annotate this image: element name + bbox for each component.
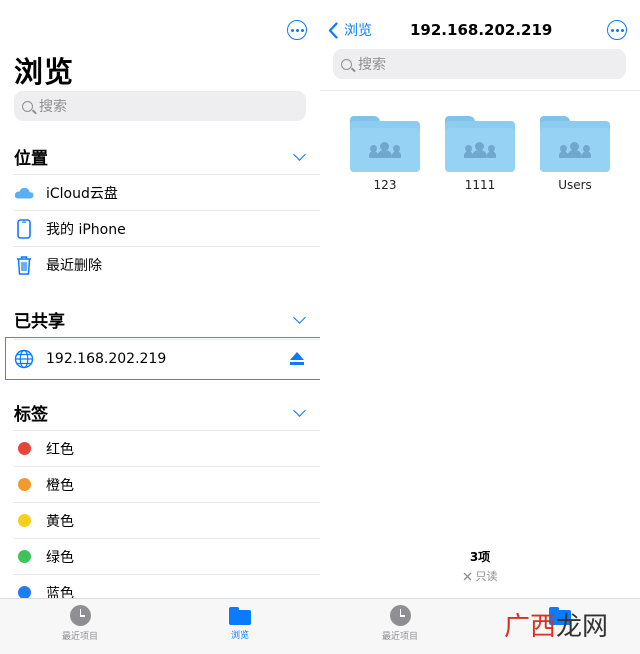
sidebar-item-label: 绿色 xyxy=(46,549,74,566)
watermark: 广西龙网 xyxy=(504,606,608,643)
section-label-tags: 标签 xyxy=(14,405,48,425)
section-header-shared[interactable]: 已共享 xyxy=(14,307,310,332)
item-count: 3项 xyxy=(469,550,491,564)
section-label-shared: 已共享 xyxy=(14,312,65,332)
tag-color-dot-icon xyxy=(17,514,31,527)
shared-folder-icon xyxy=(540,116,610,172)
watermark-char: 龙网 xyxy=(555,612,608,642)
no-write-icon xyxy=(463,572,471,580)
folder-name: Users xyxy=(558,178,592,192)
sidebar-item-label: 我的 iPhone xyxy=(46,221,126,238)
folder-icon xyxy=(229,607,251,625)
folder-item[interactable]: Users xyxy=(539,116,611,192)
more-dot-icon xyxy=(300,28,304,32)
sidebar-item-label: 最近删除 xyxy=(46,257,102,274)
more-options-button[interactable] xyxy=(287,20,307,40)
selection-highlight xyxy=(5,337,320,380)
section-label-locations: 位置 xyxy=(14,149,48,169)
folder-name: 1111 xyxy=(464,178,496,192)
tab-label: 最近项目 xyxy=(61,632,98,642)
read-only-label: 只读 xyxy=(475,570,498,583)
sidebar-item-tag-green[interactable]: 绿色 xyxy=(14,538,320,574)
trash-icon xyxy=(14,255,34,275)
folder-title: 192.168.202.219 xyxy=(410,21,553,39)
sidebar-item-label: 黄色 xyxy=(46,513,74,530)
tag-color-dot-icon xyxy=(17,550,31,563)
more-dot-icon xyxy=(610,28,614,32)
sidebar-item-tag-orange[interactable]: 橙色 xyxy=(14,466,320,502)
search-placeholder: 搜索 xyxy=(39,99,67,115)
folder-item[interactable]: 123 xyxy=(349,116,421,192)
sidebar-item-label: 橙色 xyxy=(46,477,74,494)
more-dot-icon xyxy=(620,28,624,32)
header-separator xyxy=(320,90,640,91)
read-only-status: 只读 xyxy=(320,568,640,584)
left-browse-pane: 浏览 搜索 位置 iCloud云盘 我的 iPhone 最近删除 已共享 192 xyxy=(0,0,320,654)
back-button-label: 浏览 xyxy=(344,23,372,39)
chevron-down-icon[interactable] xyxy=(293,310,306,324)
tab-browse[interactable]: 浏览 xyxy=(210,605,270,641)
folder-item[interactable]: 1111 xyxy=(444,116,516,192)
clock-icon xyxy=(69,605,91,626)
sidebar-item-tag-yellow[interactable]: 黄色 xyxy=(14,502,320,538)
section-header-locations[interactable]: 位置 xyxy=(14,144,310,169)
tag-color-dot-icon xyxy=(17,478,31,491)
iphone-icon xyxy=(14,218,34,239)
clock-icon xyxy=(389,605,411,626)
search-icon xyxy=(22,100,33,112)
sidebar-item-my-iphone[interactable]: 我的 iPhone xyxy=(14,210,320,246)
right-folder-pane: 浏览 192.168.202.219 搜索 123 1111 Users 3项 … xyxy=(320,0,640,654)
more-dot-icon xyxy=(615,28,619,32)
page-title: 浏览 xyxy=(14,55,75,89)
folder-name: 123 xyxy=(373,178,397,192)
more-dot-icon xyxy=(290,28,294,32)
shared-folder-icon xyxy=(350,116,420,172)
tab-label: 最近项目 xyxy=(381,632,418,642)
chevron-down-icon[interactable] xyxy=(293,147,306,161)
more-dot-icon xyxy=(295,28,299,32)
chevron-down-icon[interactable] xyxy=(293,403,306,417)
tab-recent[interactable]: 最近项目 xyxy=(50,605,110,642)
search-placeholder: 搜索 xyxy=(358,57,386,73)
sidebar-item-tag-red[interactable]: 红色 xyxy=(14,430,320,466)
sidebar-item-icloud[interactable]: iCloud云盘 xyxy=(14,174,320,210)
icloud-icon xyxy=(14,186,34,200)
watermark-char: 广西 xyxy=(503,612,556,642)
sidebar-item-label: 红色 xyxy=(46,441,74,458)
search-field[interactable]: 搜索 xyxy=(333,49,626,79)
back-button[interactable]: 浏览 xyxy=(328,20,372,40)
tab-recent[interactable]: 最近项目 xyxy=(370,605,430,642)
shared-folder-icon xyxy=(445,116,515,172)
more-options-button[interactable] xyxy=(607,20,627,40)
search-field[interactable]: 搜索 xyxy=(14,91,306,121)
tab-label: 浏览 xyxy=(230,631,249,641)
tag-color-dot-icon xyxy=(17,442,31,455)
section-header-tags[interactable]: 标签 xyxy=(14,400,310,425)
chevron-left-icon xyxy=(328,21,338,39)
search-icon xyxy=(341,58,352,70)
sidebar-item-recently-deleted[interactable]: 最近删除 xyxy=(14,246,320,282)
sidebar-item-label: iCloud云盘 xyxy=(46,185,118,202)
